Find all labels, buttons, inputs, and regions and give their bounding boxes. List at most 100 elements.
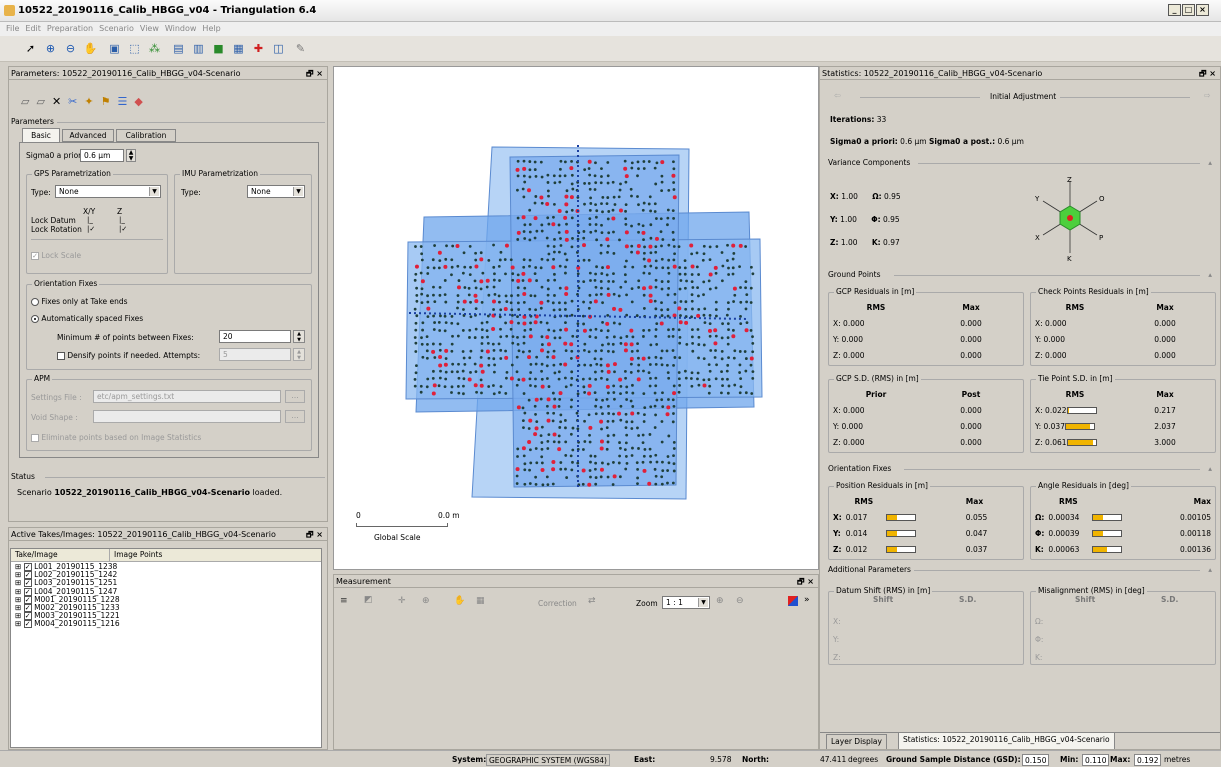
menu-help[interactable]: Help	[202, 22, 220, 36]
densify-spinner[interactable]: ▲ ▼	[293, 348, 305, 361]
pointer-icon[interactable]: ➚	[22, 40, 39, 57]
tie-point	[547, 385, 551, 388]
col-image-points[interactable]: Image Points	[109, 549, 162, 561]
panel-float-close-icon[interactable]: 🗗 ×	[797, 575, 814, 588]
zoom-select[interactable]: 1 : 1 ▼	[662, 596, 710, 609]
tie-point-outlier	[557, 447, 562, 452]
pan-hand-icon[interactable]: ✋	[454, 596, 465, 606]
color-icon[interactable]	[788, 596, 798, 606]
menu-scenario[interactable]: Scenario	[99, 22, 134, 36]
tie-point	[528, 482, 532, 485]
list-item[interactable]: ⊞ ✓ M004_20190115_1216	[15, 620, 215, 629]
close-button[interactable]: ×	[1196, 4, 1209, 16]
void-shape-browse-button[interactable]: ...	[285, 410, 305, 423]
panel-float-close-icon[interactable]: 🗗 ×	[1199, 67, 1216, 80]
wand-icon[interactable]: ✦	[84, 95, 93, 108]
collapse-icon[interactable]: ▴	[1208, 270, 1212, 279]
minimize-button[interactable]: _	[1168, 4, 1181, 16]
tab-calibration[interactable]: Calibration	[116, 129, 176, 142]
points-icon[interactable]: ⁂	[146, 40, 163, 57]
col-take-image[interactable]: Take/Image	[15, 549, 58, 561]
zoom-in-icon[interactable]: ⊕	[716, 596, 724, 606]
target-icon[interactable]: ⊕	[422, 596, 430, 606]
map-view[interactable]: 0 0.0 m Global Scale	[333, 66, 819, 570]
list-icon[interactable]: ☰	[117, 95, 127, 108]
menu-file[interactable]: File	[6, 22, 19, 36]
tie-point	[731, 328, 735, 332]
lock-datum-z-check[interactable]: |_	[119, 216, 125, 224]
panel-float-close-icon[interactable]: 🗗 ×	[306, 528, 323, 541]
image-footprint-map[interactable]	[334, 67, 818, 569]
tie-point	[457, 362, 460, 366]
panel-float-close-icon[interactable]: 🗗 ×	[306, 67, 323, 80]
edit-icon[interactable]: ▱	[36, 95, 44, 108]
refresh-icon[interactable]: ⇄	[588, 596, 596, 606]
tab-advanced[interactable]: Advanced	[62, 129, 114, 142]
collapse-icon[interactable]: ▴	[1208, 158, 1212, 167]
sigma-input[interactable]: 0.6 µm	[80, 149, 124, 162]
tools-icon[interactable]: ✂	[68, 95, 77, 108]
collapse-icon[interactable]: ▴	[1208, 464, 1212, 473]
radio-take-ends[interactable]: Fixes only at Take ends	[31, 297, 128, 306]
tie-point	[468, 336, 471, 339]
imu-type-select[interactable]: None ▼	[247, 185, 305, 198]
target-icon[interactable]: ✚	[250, 40, 267, 57]
tab-basic[interactable]: Basic	[22, 128, 60, 143]
prev-arrow-icon[interactable]: ⇦	[834, 91, 841, 100]
lock-datum-xy-check[interactable]: |_	[87, 216, 93, 224]
sigma-spinner[interactable]: ▲ ▼	[126, 149, 136, 162]
table-icon[interactable]: ▦	[230, 40, 247, 57]
collapse-icon[interactable]: ▴	[1208, 565, 1212, 574]
gps-type-select[interactable]: None ▼	[55, 185, 161, 198]
tab-statistics[interactable]: Statistics: 10522_20190116_Calib_HBGG_v0…	[898, 732, 1115, 749]
zoom-out-icon[interactable]: ⊖	[62, 40, 79, 57]
crosshair-icon[interactable]: ✛	[398, 596, 406, 606]
next-arrow-icon[interactable]: ⇨	[1204, 91, 1211, 100]
pen-icon[interactable]: ✎	[292, 40, 309, 57]
min-points-spinner[interactable]: ▲ ▼	[293, 330, 305, 343]
measurement-canvas[interactable]	[336, 617, 816, 747]
tie-point	[714, 334, 718, 338]
eraser-icon[interactable]: ◆	[134, 95, 142, 108]
tie-point	[444, 370, 448, 374]
densify-checkbox[interactable]: Densify points if needed. Attempts:	[57, 351, 200, 360]
zoom-out-icon[interactable]: ⊖	[736, 596, 744, 606]
grid-icon[interactable]: ▦	[476, 596, 485, 606]
menu-edit[interactable]: Edit	[25, 22, 41, 36]
lock-rotation-z-check[interactable]: |✓	[119, 225, 127, 233]
lock-scale-checkbox[interactable]: ✓ Lock Scale	[31, 251, 81, 260]
eliminate-checkbox[interactable]: Eliminate points based on Image Statisti…	[31, 433, 201, 442]
maximize-button[interactable]: □	[1182, 4, 1195, 16]
menu-preparation[interactable]: Preparation	[47, 22, 93, 36]
panel-icon[interactable]: ◫	[270, 40, 287, 57]
pan-hand-icon[interactable]: ✋	[82, 40, 99, 57]
lock-rotation-xy-check[interactable]: |✓	[87, 225, 95, 233]
view-icon[interactable]: ▣	[106, 40, 123, 57]
menu-view[interactable]: View	[140, 22, 159, 36]
apm-settings-browse-button[interactable]: ...	[285, 390, 305, 403]
menu-icon[interactable]: ≡	[340, 596, 348, 606]
window-icon[interactable]: ▤	[170, 40, 187, 57]
tie-point	[595, 265, 598, 269]
more-icon[interactable]: »	[804, 595, 810, 605]
radio-auto-spaced[interactable]: Automatically spaced Fixes	[31, 314, 143, 323]
select-area-icon[interactable]: ⬚	[126, 40, 143, 57]
apm-settings-input[interactable]: etc/apm_settings.txt	[93, 390, 281, 403]
delete-icon[interactable]: ✕	[52, 95, 61, 108]
tab-layer-display[interactable]: Layer Display	[826, 734, 887, 749]
tie-point	[527, 398, 531, 402]
layer-icon[interactable]: ■	[210, 40, 227, 57]
min-points-input[interactable]: 20	[219, 330, 291, 343]
tie-point	[661, 238, 665, 241]
void-shape-input[interactable]	[93, 410, 281, 423]
statistics-title-text: Statistics: 10522_20190116_Calib_HBGG_v0…	[822, 69, 1043, 78]
densify-input[interactable]: 5	[219, 348, 291, 361]
menu-window[interactable]: Window	[165, 22, 197, 36]
flag-icon[interactable]: ⚑	[101, 95, 111, 108]
layer-icon[interactable]: ◩	[364, 595, 373, 605]
open-icon[interactable]: ▱	[21, 95, 29, 108]
tie-point	[456, 322, 460, 326]
measure-icon[interactable]: ▥	[190, 40, 207, 57]
datum-shift-group: Datum Shift (RMS) in [m] Shift S.D. X: Y…	[828, 586, 1024, 665]
zoom-in-icon[interactable]: ⊕	[42, 40, 59, 57]
